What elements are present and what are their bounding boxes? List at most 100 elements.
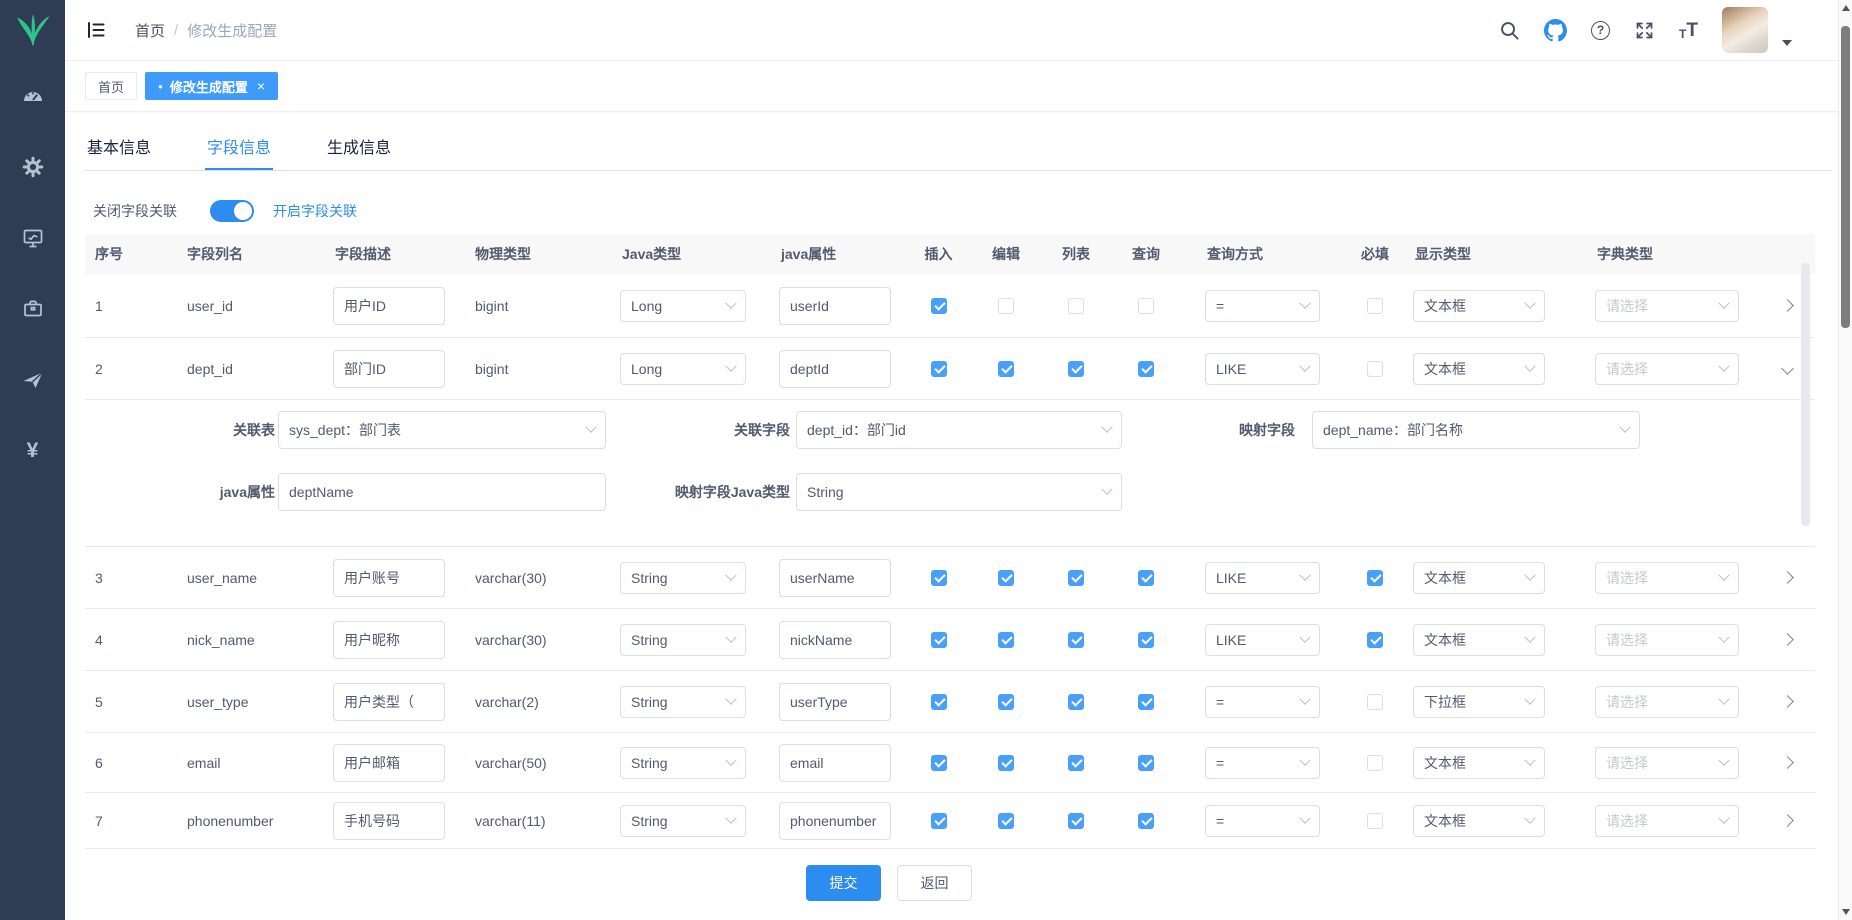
display-type-select[interactable]: 文本框: [1413, 805, 1545, 837]
query-checkbox[interactable]: [1138, 298, 1154, 314]
app-logo[interactable]: [0, 0, 65, 60]
dict-type-select[interactable]: 请选择: [1595, 353, 1739, 385]
java-type-select[interactable]: Long: [620, 290, 746, 322]
insert-checkbox[interactable]: [931, 298, 947, 314]
java-type-select[interactable]: String: [620, 686, 746, 718]
table-scrollbar-thumb[interactable]: [1801, 263, 1810, 526]
tag-active-page[interactable]: ● 修改生成配置 ×: [145, 72, 278, 100]
display-type-select[interactable]: 文本框: [1413, 353, 1545, 385]
query-checkbox[interactable]: [1138, 694, 1154, 710]
dict-type-select[interactable]: 请选择: [1595, 747, 1739, 779]
tag-home[interactable]: 首页: [85, 72, 137, 100]
assoc-table-select[interactable]: sys_dept：部门表: [278, 411, 606, 449]
association-toggle-switch[interactable]: [210, 200, 254, 222]
java-attr-input[interactable]: [278, 473, 606, 511]
java-attr-input[interactable]: [779, 559, 891, 597]
query-type-select[interactable]: LIKE: [1205, 353, 1320, 385]
edit-checkbox[interactable]: [998, 298, 1014, 314]
map-java-type-select[interactable]: String: [796, 473, 1122, 511]
sidebar-item-tools[interactable]: [0, 273, 65, 344]
list-checkbox[interactable]: [1068, 632, 1084, 648]
dict-type-select[interactable]: 请选择: [1595, 562, 1739, 594]
display-type-select[interactable]: 文本框: [1413, 624, 1545, 656]
query-type-select[interactable]: =: [1205, 686, 1320, 718]
java-attr-input[interactable]: [779, 802, 891, 840]
query-type-select[interactable]: =: [1205, 805, 1320, 837]
submit-button[interactable]: 提交: [806, 865, 881, 901]
display-type-select[interactable]: 文本框: [1413, 290, 1545, 322]
list-checkbox[interactable]: [1068, 361, 1084, 377]
java-attr-input[interactable]: [779, 744, 891, 782]
column-desc-input[interactable]: [333, 287, 445, 325]
edit-checkbox[interactable]: [998, 570, 1014, 586]
column-desc-input[interactable]: [333, 802, 445, 840]
dict-type-select[interactable]: 请选择: [1595, 686, 1739, 718]
insert-checkbox[interactable]: [931, 632, 947, 648]
edit-checkbox[interactable]: [998, 361, 1014, 377]
required-checkbox[interactable]: [1367, 632, 1383, 648]
query-type-select[interactable]: =: [1205, 290, 1320, 322]
map-field-select[interactable]: dept_name：部门名称: [1312, 411, 1640, 449]
insert-checkbox[interactable]: [931, 361, 947, 377]
java-attr-input[interactable]: [779, 683, 891, 721]
sidebar-item-finance[interactable]: ¥: [0, 415, 65, 486]
list-checkbox[interactable]: [1068, 570, 1084, 586]
list-checkbox[interactable]: [1068, 694, 1084, 710]
breadcrumb-home[interactable]: 首页: [135, 20, 165, 41]
tab-field-info[interactable]: 字段信息: [205, 130, 273, 170]
assoc-field-select[interactable]: dept_id：部门id: [796, 411, 1122, 449]
insert-checkbox[interactable]: [931, 694, 947, 710]
sidebar-item-dashboard[interactable]: [0, 60, 65, 131]
dict-type-select[interactable]: 请选择: [1595, 805, 1739, 837]
list-checkbox[interactable]: [1068, 298, 1084, 314]
scroll-down-arrow-icon[interactable]: [1842, 909, 1850, 915]
edit-checkbox[interactable]: [998, 694, 1014, 710]
chevron-right-icon[interactable]: [1781, 633, 1794, 646]
dict-type-select[interactable]: 请选择: [1595, 290, 1739, 322]
java-type-select[interactable]: String: [620, 747, 746, 779]
query-checkbox[interactable]: [1138, 813, 1154, 829]
java-type-select[interactable]: String: [620, 805, 746, 837]
required-checkbox[interactable]: [1367, 298, 1383, 314]
java-attr-input[interactable]: [779, 287, 891, 325]
sidebar-item-publish[interactable]: [0, 344, 65, 415]
chevron-right-icon[interactable]: [1781, 695, 1794, 708]
query-checkbox[interactable]: [1138, 632, 1154, 648]
help-icon[interactable]: ?: [1591, 21, 1610, 40]
required-checkbox[interactable]: [1367, 694, 1383, 710]
back-button[interactable]: 返回: [897, 865, 972, 901]
display-type-select[interactable]: 文本框: [1413, 562, 1545, 594]
java-attr-input[interactable]: [779, 350, 891, 388]
fullscreen-icon[interactable]: [1634, 20, 1655, 41]
java-type-select[interactable]: String: [620, 624, 746, 656]
list-checkbox[interactable]: [1068, 755, 1084, 771]
required-checkbox[interactable]: [1367, 813, 1383, 829]
column-desc-input[interactable]: [333, 350, 445, 388]
sidebar-item-monitor[interactable]: [0, 202, 65, 273]
chevron-down-icon[interactable]: [1781, 362, 1794, 375]
association-open-link[interactable]: 开启字段关联: [273, 201, 357, 221]
window-scrollbar[interactable]: [1838, 0, 1852, 920]
search-icon[interactable]: [1499, 20, 1520, 41]
query-type-select[interactable]: =: [1205, 747, 1320, 779]
java-attr-input[interactable]: [779, 621, 891, 659]
edit-checkbox[interactable]: [998, 632, 1014, 648]
required-checkbox[interactable]: [1367, 755, 1383, 771]
insert-checkbox[interactable]: [931, 755, 947, 771]
display-type-select[interactable]: 文本框: [1413, 747, 1545, 779]
chevron-right-icon[interactable]: [1781, 756, 1794, 769]
window-scrollbar-thumb[interactable]: [1841, 26, 1850, 328]
sidebar-item-system[interactable]: [0, 131, 65, 202]
column-desc-input[interactable]: [333, 683, 445, 721]
sidebar-collapse-icon[interactable]: [85, 19, 107, 41]
query-checkbox[interactable]: [1138, 755, 1154, 771]
java-type-select[interactable]: Long: [620, 353, 746, 385]
dict-type-select[interactable]: 请选择: [1595, 624, 1739, 656]
column-desc-input[interactable]: [333, 621, 445, 659]
insert-checkbox[interactable]: [931, 813, 947, 829]
github-icon[interactable]: [1544, 19, 1567, 42]
list-checkbox[interactable]: [1068, 813, 1084, 829]
user-avatar[interactable]: [1722, 7, 1768, 53]
column-desc-input[interactable]: [333, 744, 445, 782]
chevron-right-icon[interactable]: [1781, 814, 1794, 827]
